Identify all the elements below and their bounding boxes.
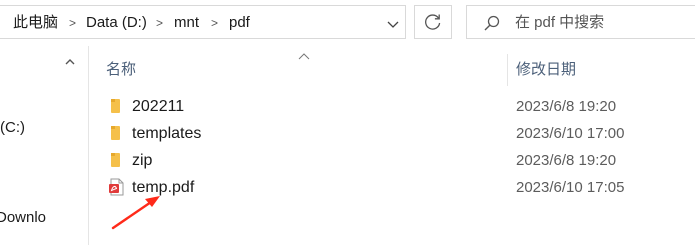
file-name: templates bbox=[132, 125, 202, 142]
refresh-icon bbox=[425, 14, 441, 30]
file-name: zip bbox=[132, 152, 153, 169]
file-date-modified: 2023/6/8 19:20 bbox=[516, 98, 617, 115]
column-divider[interactable] bbox=[507, 54, 508, 86]
file-date-modified: 2023/6/8 19:20 bbox=[516, 152, 617, 169]
nav-item-label: Downlo bbox=[0, 209, 47, 226]
scroll-up-arrow-icon[interactable] bbox=[62, 55, 78, 67]
breadcrumb-separator-icon[interactable]: > bbox=[69, 6, 76, 40]
pane-divider[interactable] bbox=[88, 46, 89, 245]
breadcrumb-mnt[interactable]: mnt bbox=[174, 6, 199, 40]
folder-icon bbox=[111, 126, 120, 140]
file-name: 202211 bbox=[132, 98, 185, 115]
list-item[interactable]: temp.pdf 2023/6/10 17:05 bbox=[90, 174, 695, 201]
column-header-name[interactable]: 名称 bbox=[106, 52, 136, 88]
nav-item-downloads[interactable]: Downlo bbox=[0, 207, 58, 229]
file-date-modified: 2023/6/10 17:00 bbox=[516, 125, 625, 142]
refresh-button[interactable] bbox=[414, 5, 452, 39]
breadcrumb-pdf[interactable]: pdf bbox=[229, 6, 250, 40]
breadcrumb-separator-icon[interactable]: > bbox=[211, 6, 218, 40]
folder-icon bbox=[111, 153, 120, 167]
nav-item-label: (C:) bbox=[0, 119, 25, 136]
column-header-date-modified[interactable]: 修改日期 bbox=[516, 52, 576, 88]
pdf-file-icon bbox=[109, 178, 124, 196]
sort-ascending-icon bbox=[298, 53, 310, 60]
list-header: 名称 修改日期 bbox=[90, 52, 695, 88]
navigation-pane: (C:) Downlo bbox=[0, 46, 82, 245]
file-date-modified: 2023/6/10 17:05 bbox=[516, 179, 625, 196]
chevron-down-icon[interactable] bbox=[385, 18, 401, 32]
breadcrumb-drive-d[interactable]: Data (D:) bbox=[86, 6, 147, 40]
folder-icon bbox=[111, 99, 120, 113]
search-placeholder: 在 pdf 中搜索 bbox=[515, 14, 605, 31]
file-name: temp.pdf bbox=[132, 179, 195, 196]
list-item[interactable]: 202211 2023/6/8 19:20 bbox=[90, 93, 695, 120]
breadcrumb-separator-icon[interactable]: > bbox=[156, 6, 163, 40]
nav-item-drive-c[interactable]: (C:) bbox=[0, 117, 58, 139]
list-item[interactable]: zip 2023/6/8 19:20 bbox=[90, 147, 695, 174]
list-item[interactable]: templates 2023/6/10 17:00 bbox=[90, 120, 695, 147]
address-toolbar: 此电脑 > Data (D:) > mnt > pdf 在 pdf 中搜索 bbox=[0, 0, 695, 46]
address-bar[interactable]: 此电脑 > Data (D:) > mnt > pdf bbox=[0, 5, 406, 39]
search-box[interactable]: 在 pdf 中搜索 bbox=[466, 5, 695, 39]
search-icon bbox=[484, 15, 500, 31]
breadcrumb-this-pc[interactable]: 此电脑 bbox=[13, 6, 58, 40]
